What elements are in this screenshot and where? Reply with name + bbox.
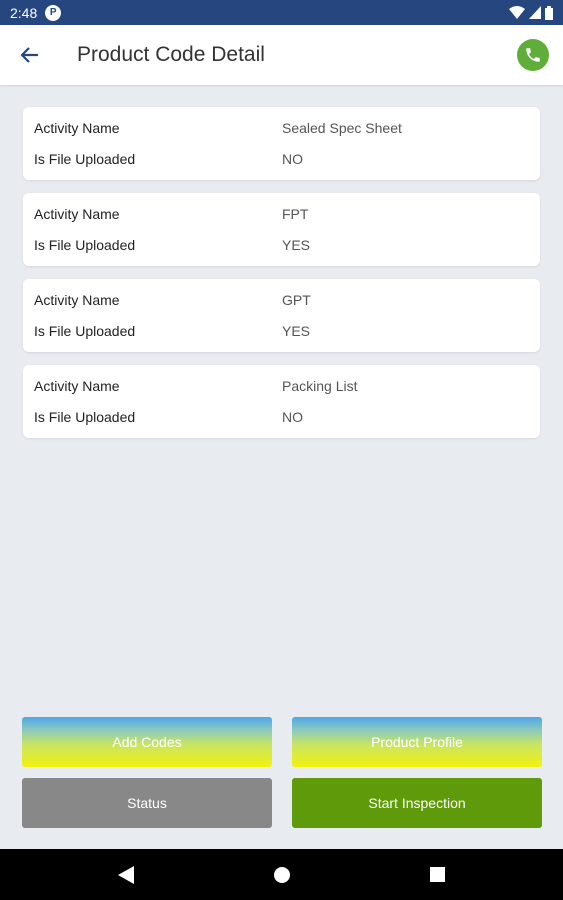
file-uploaded-label: Is File Uploaded: [34, 151, 136, 167]
notification-icon: P: [45, 4, 62, 21]
status-time: 2:48: [10, 4, 38, 21]
file-uploaded-value: NO: [282, 151, 303, 167]
activity-card: Activity Name Sealed Spec Sheet Is File U…: [23, 107, 540, 180]
page-title: Product Code Detail: [77, 43, 265, 66]
phone-icon: [526, 48, 540, 62]
activity-name-value: Sealed Spec Sheet: [282, 120, 402, 136]
battery-icon: [545, 5, 553, 20]
activity-name-label: Activity Name: [34, 292, 120, 308]
app-bar: Product Code Detail: [0, 25, 563, 85]
wifi-icon: [509, 6, 525, 19]
system-nav-bar: [0, 849, 563, 900]
activity-name-value: Packing List: [282, 378, 358, 394]
activity-card: Activity Name Packing List Is File Upload…: [23, 365, 540, 438]
file-uploaded-label: Is File Uploaded: [34, 323, 136, 339]
activity-name-label: Activity Name: [34, 378, 120, 394]
nav-back-button[interactable]: [118, 865, 134, 884]
product-profile-button[interactable]: Product Profile: [292, 717, 542, 767]
file-uploaded-value: NO: [282, 409, 303, 425]
file-uploaded-label: Is File Uploaded: [34, 237, 136, 253]
signal-icon: [529, 6, 541, 19]
back-button[interactable]: [0, 25, 60, 85]
activity-name-label: Activity Name: [34, 120, 120, 136]
status-bar: 2:48 P: [0, 0, 563, 25]
activity-card: Activity Name FPT Is File Uploaded YES: [23, 193, 540, 266]
nav-recents-button[interactable]: [430, 867, 445, 882]
activity-list: Activity Name Sealed Spec Sheet Is File U…: [23, 107, 540, 451]
add-codes-button[interactable]: Add Codes: [22, 717, 272, 767]
file-uploaded-value: YES: [282, 237, 311, 253]
triangle-back-icon: [118, 865, 134, 884]
nav-home-button[interactable]: [274, 866, 290, 883]
arrow-left-icon: [21, 47, 38, 63]
call-button[interactable]: [517, 39, 549, 71]
activity-name-value: FPT: [282, 206, 309, 222]
square-recents-icon: [430, 867, 445, 882]
activity-card: Activity Name GPT Is File Uploaded YES: [23, 279, 540, 352]
start-inspection-button[interactable]: Start Inspection: [292, 778, 542, 828]
status-button[interactable]: Status: [22, 778, 272, 828]
activity-name-label: Activity Name: [34, 206, 120, 222]
file-uploaded-value: YES: [282, 323, 311, 339]
file-uploaded-label: Is File Uploaded: [34, 409, 136, 425]
activity-name-value: GPT: [282, 292, 311, 308]
circle-home-icon: [274, 866, 290, 883]
